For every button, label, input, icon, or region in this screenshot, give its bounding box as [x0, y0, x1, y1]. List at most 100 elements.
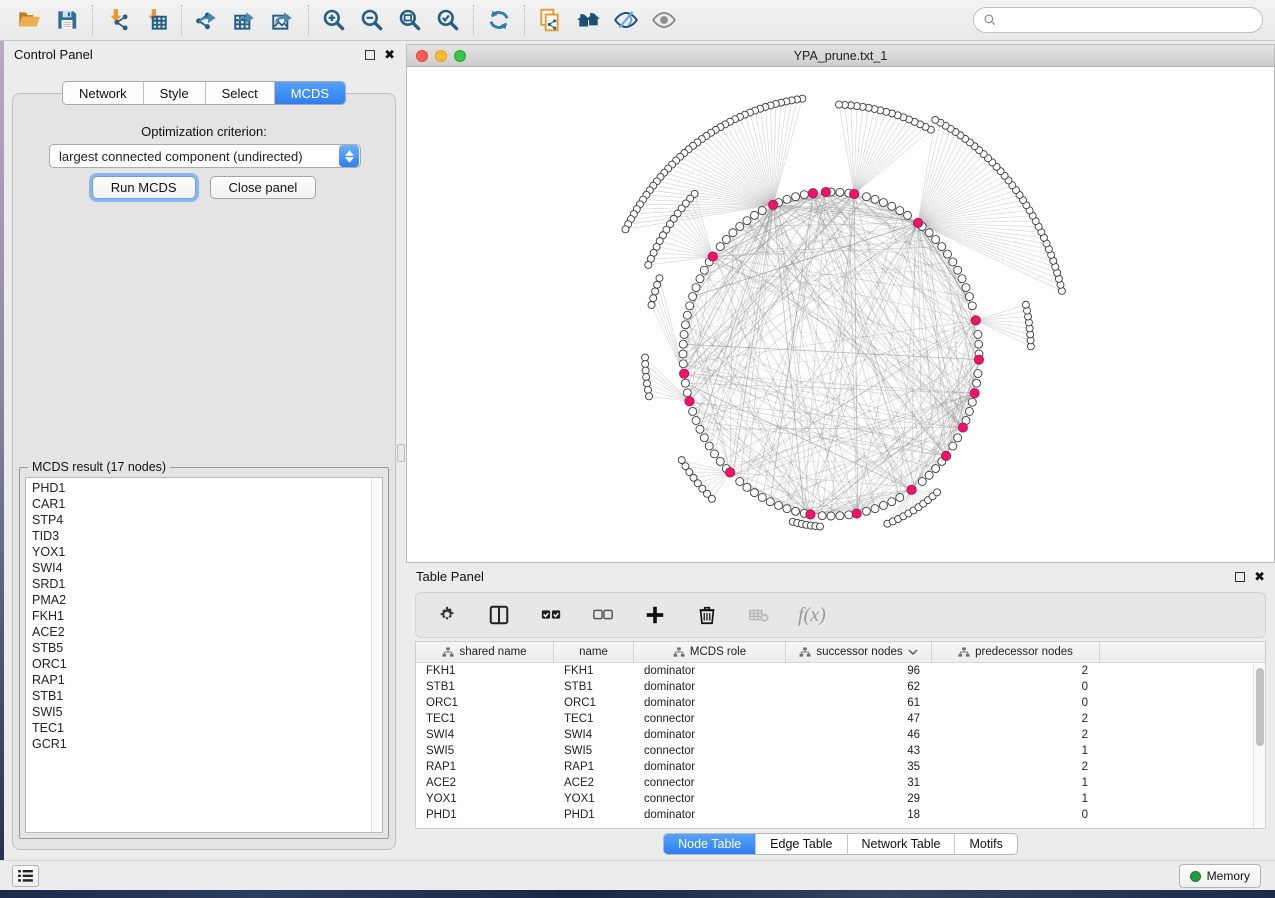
- column-header-name[interactable]: name: [554, 642, 634, 662]
- graph-node[interactable]: [692, 284, 700, 292]
- graph-node-selected[interactable]: [852, 509, 861, 518]
- close-panel-icon[interactable]: ✖: [384, 50, 395, 60]
- graph-node-selected[interactable]: [913, 218, 922, 227]
- graph-node[interactable]: [689, 407, 697, 415]
- run-mcds-button[interactable]: Run MCDS: [92, 176, 196, 199]
- mcds-result-list[interactable]: PHD1CAR1STP4TID3YOX1SWI4SRD1PMA2FKH1ACE2…: [25, 477, 383, 833]
- task-history-button[interactable]: [12, 865, 39, 887]
- zoom-selected-button[interactable]: [429, 3, 467, 37]
- graph-node[interactable]: [681, 379, 689, 387]
- graph-node[interactable]: [650, 295, 657, 302]
- optimization-criterion-dropdown[interactable]: largest connected component (undirected): [49, 144, 361, 168]
- graph-node[interactable]: [683, 311, 691, 319]
- memory-button[interactable]: Memory: [1179, 864, 1261, 888]
- close-panel-button[interactable]: Close panel: [210, 176, 317, 199]
- graph-node[interactable]: [683, 389, 691, 397]
- mcds-result-item[interactable]: STB5: [32, 640, 382, 656]
- graph-node[interactable]: [938, 243, 946, 251]
- tab-mcds[interactable]: MCDS: [275, 82, 345, 104]
- split-view-button[interactable]: [486, 602, 512, 628]
- zoom-in-button[interactable]: [315, 3, 353, 37]
- graph-node[interactable]: [816, 523, 823, 530]
- graph-node[interactable]: [643, 374, 650, 381]
- mcds-result-item[interactable]: ACE2: [32, 624, 382, 640]
- table-row[interactable]: RAP1RAP1dominator352: [416, 759, 1265, 775]
- graph-node-selected[interactable]: [680, 369, 689, 378]
- graph-node[interactable]: [862, 193, 870, 201]
- table-row[interactable]: ORC1ORC1dominator610: [416, 695, 1265, 711]
- graph-node[interactable]: [750, 489, 758, 497]
- mcds-result-item[interactable]: SRD1: [32, 576, 382, 592]
- export-network-button[interactable]: [188, 3, 226, 37]
- graph-node[interactable]: [918, 478, 926, 486]
- table-row[interactable]: YOX1YOX1connector291: [416, 791, 1265, 807]
- import-network-button[interactable]: [99, 3, 137, 37]
- close-table-panel-icon[interactable]: ✖: [1254, 572, 1265, 582]
- tab-select[interactable]: Select: [206, 82, 275, 104]
- graph-node[interactable]: [792, 193, 800, 201]
- graph-node[interactable]: [679, 340, 687, 348]
- graph-node[interactable]: [974, 370, 982, 378]
- column-header-MCDS-role[interactable]: MCDS role: [634, 642, 786, 662]
- graph-node[interactable]: [954, 266, 962, 274]
- mcds-result-item[interactable]: RAP1: [32, 672, 382, 688]
- graph-node[interactable]: [643, 380, 650, 387]
- clone-network-button[interactable]: [531, 3, 569, 37]
- graph-node[interactable]: [645, 261, 652, 268]
- graph-node[interactable]: [958, 275, 966, 283]
- float-table-panel-icon[interactable]: [1235, 572, 1245, 582]
- graph-node[interactable]: [783, 505, 791, 513]
- graph-node[interactable]: [934, 489, 941, 496]
- graph-node-selected[interactable]: [708, 252, 717, 261]
- graph-node[interactable]: [743, 217, 751, 225]
- graph-node[interactable]: [722, 235, 730, 243]
- graph-node-selected[interactable]: [808, 189, 817, 198]
- graph-node[interactable]: [696, 275, 704, 283]
- hide-selected-button[interactable]: [607, 3, 645, 37]
- zoom-out-button[interactable]: [353, 3, 391, 37]
- mcds-list-scrollbar[interactable]: [371, 478, 382, 832]
- mcds-result-item[interactable]: STP4: [32, 512, 382, 528]
- graph-node[interactable]: [775, 501, 783, 509]
- graph-node[interactable]: [700, 266, 708, 274]
- tab-edge-table[interactable]: Edge Table: [756, 834, 847, 854]
- first-neighbors-button[interactable]: [569, 3, 607, 37]
- graph-node[interactable]: [949, 258, 957, 266]
- graph-node[interactable]: [750, 211, 758, 219]
- graph-node-selected[interactable]: [958, 423, 967, 432]
- import-table-button[interactable]: [137, 3, 175, 37]
- graph-node[interactable]: [965, 407, 973, 415]
- graph-node[interactable]: [932, 465, 940, 473]
- graph-node[interactable]: [954, 434, 962, 442]
- graph-node[interactable]: [758, 493, 766, 501]
- graph-node[interactable]: [689, 293, 697, 301]
- table-row[interactable]: SWI5SWI5connector431: [416, 743, 1265, 759]
- tab-style[interactable]: Style: [144, 82, 206, 104]
- add-column-button[interactable]: [642, 602, 668, 628]
- graph-node[interactable]: [700, 434, 708, 442]
- graph-node[interactable]: [692, 416, 700, 424]
- graph-node[interactable]: [896, 207, 904, 215]
- mcds-result-item[interactable]: TEC1: [32, 720, 382, 736]
- graph-node[interactable]: [679, 360, 687, 368]
- mcds-result-item[interactable]: GCR1: [32, 736, 382, 752]
- graph-node[interactable]: [705, 442, 713, 450]
- tab-node-table[interactable]: Node Table: [664, 834, 756, 854]
- graph-node-selected[interactable]: [806, 510, 815, 519]
- table-row[interactable]: ACE2ACE2connector311: [416, 775, 1265, 791]
- graph-node[interactable]: [925, 229, 933, 237]
- graph-node[interactable]: [962, 284, 970, 292]
- graph-node-selected[interactable]: [970, 389, 979, 398]
- zoom-fit-button[interactable]: [391, 3, 429, 37]
- graph-node[interactable]: [686, 302, 694, 310]
- column-header-successor-nodes[interactable]: successor nodes: [786, 642, 932, 662]
- graph-node[interactable]: [642, 361, 649, 368]
- graph-node[interactable]: [729, 229, 737, 237]
- graph-node[interactable]: [766, 498, 774, 506]
- graph-node[interactable]: [716, 457, 724, 465]
- graph-node[interactable]: [896, 493, 904, 501]
- graph-node[interactable]: [968, 302, 976, 310]
- float-panel-icon[interactable]: [365, 50, 375, 60]
- graph-node[interactable]: [925, 471, 933, 479]
- table-scrollbar-thumb[interactable]: [1256, 668, 1264, 746]
